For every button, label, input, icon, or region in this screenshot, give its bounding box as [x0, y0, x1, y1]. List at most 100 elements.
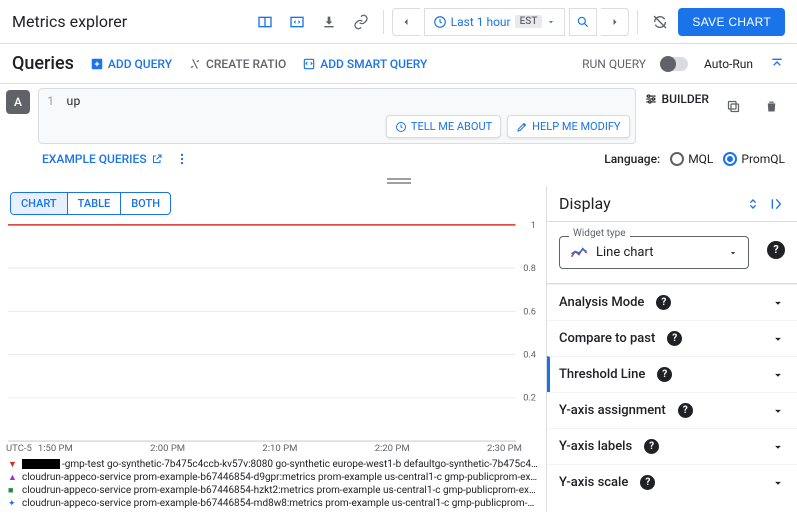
run-query-button[interactable]: RUN QUERY: [582, 57, 646, 71]
x-axis-labels: 1:50 PM2:00 PM2:10 PM2:20 PM2:30 PM: [32, 443, 546, 456]
page-title: Metrics explorer: [12, 12, 127, 31]
svg-text:0.8: 0.8: [523, 264, 536, 274]
legend-item[interactable]: ■cloudrun-appeco-service prom-example-b6…: [8, 484, 538, 497]
line-number: 1: [47, 93, 66, 139]
language-selector: Language: MQL PromQL: [604, 152, 785, 166]
chevron-down-icon: [771, 404, 785, 418]
language-label: Language:: [604, 152, 660, 166]
reorder-icon[interactable]: [745, 196, 761, 212]
create-ratio-button[interactable]: CREATE RATIO: [188, 57, 286, 71]
display-title: Display: [559, 194, 611, 213]
time-prev-button[interactable]: [392, 8, 420, 36]
timezone-label: UTC-5: [0, 443, 32, 456]
builder-button[interactable]: BUILDER: [644, 92, 709, 106]
help-icon[interactable]: ?: [644, 439, 659, 454]
chart-plot: 0.20.40.60.81: [6, 221, 538, 443]
time-range-picker[interactable]: Last 1 hour EST: [424, 8, 566, 36]
help-icon[interactable]: ?: [640, 475, 655, 490]
mql-radio[interactable]: MQL: [670, 152, 713, 166]
section-threshold-line[interactable]: Threshold Line?: [547, 356, 797, 392]
x-axis-tick: 2:10 PM: [262, 443, 297, 454]
clock-icon: [433, 15, 447, 29]
chevron-down-icon: [771, 476, 785, 490]
columns-icon[interactable]: [251, 8, 279, 36]
collapse-queries-button[interactable]: [769, 56, 785, 72]
duplicate-query-button[interactable]: [719, 92, 747, 120]
save-chart-button[interactable]: SAVE CHART: [678, 8, 785, 36]
section-analysis-mode[interactable]: Analysis Mode?: [547, 284, 797, 320]
tab-chart[interactable]: CHART: [11, 193, 68, 214]
legend-item[interactable]: ✦cloudrun-appeco-service prom-example-b6…: [8, 497, 538, 510]
ratio-icon: [188, 57, 202, 71]
delete-query-button[interactable]: [757, 92, 785, 120]
divider: [383, 10, 384, 34]
tz-badge: EST: [515, 15, 543, 28]
add-smart-query-button[interactable]: ADD SMART QUERY: [302, 57, 427, 71]
retry-disabled-icon[interactable]: [646, 8, 674, 36]
divider: [637, 10, 638, 34]
chevron-down-icon: [771, 440, 785, 454]
time-next-button[interactable]: [601, 8, 629, 36]
smart-query-icon: [302, 57, 316, 71]
download-icon[interactable]: [315, 8, 343, 36]
external-link-icon: [151, 153, 163, 165]
auto-run-label: Auto-Run: [704, 57, 753, 71]
section-y-axis-scale[interactable]: Y-axis scale?: [547, 464, 797, 500]
plus-box-icon: [90, 57, 104, 71]
header: Metrics explorer Last 1 hour EST SAVE CH…: [0, 0, 797, 44]
query-menu-button[interactable]: [175, 152, 189, 166]
expand-panel-icon[interactable]: [769, 196, 785, 212]
widget-type-label: Widget type: [569, 228, 630, 239]
legend-item[interactable]: ▼-gmp-test go-synthetic-7b475c4ccb-kv57v…: [8, 458, 538, 471]
queries-title: Queries: [12, 53, 74, 74]
x-axis-tick: 2:00 PM: [150, 443, 185, 454]
section-compare-to-past[interactable]: Compare to past?: [547, 320, 797, 356]
help-icon[interactable]: ?: [657, 367, 672, 382]
chevron-down-icon: [771, 332, 785, 346]
link-icon[interactable]: [347, 8, 375, 36]
display-header: Display: [547, 186, 797, 222]
example-queries-link[interactable]: EXAMPLE QUERIES: [42, 152, 163, 166]
sliders-icon: [644, 92, 658, 106]
info-clock-icon: [395, 121, 407, 133]
section-y-axis-labels[interactable]: Y-axis labels?: [547, 428, 797, 464]
query-editor-row: A 1 up TELL ME ABOUT HELP ME MODIFY BUIL…: [0, 84, 797, 148]
tab-table[interactable]: TABLE: [68, 193, 122, 214]
dropdown-caret-icon: [546, 17, 556, 27]
main-content: CHART TABLE BOTH 0.20.40.60.81 UTC-5 1:5…: [0, 186, 797, 512]
chart-legend: ▼-gmp-test go-synthetic-7b475c4ccb-kv57v…: [0, 456, 546, 512]
svg-text:0.6: 0.6: [523, 307, 536, 317]
time-range-text: Last 1 hour: [451, 15, 511, 29]
help-icon[interactable]: ?: [656, 295, 671, 310]
tab-both[interactable]: BOTH: [121, 193, 170, 214]
tell-me-about-button[interactable]: TELL ME ABOUT: [386, 115, 501, 138]
help-icon[interactable]: ?: [667, 331, 682, 346]
code-icon[interactable]: [283, 8, 311, 36]
widget-type-select[interactable]: Line chart: [559, 236, 749, 269]
promql-radio[interactable]: PromQL: [723, 152, 785, 166]
drag-handle[interactable]: [0, 176, 797, 186]
help-me-modify-button[interactable]: HELP ME MODIFY: [507, 115, 629, 138]
query-text: up: [66, 93, 80, 139]
time-search-button[interactable]: [569, 8, 597, 36]
x-axis-tick: 1:50 PM: [38, 443, 73, 454]
x-axis-tick: 2:20 PM: [375, 443, 410, 454]
chevron-down-icon: [771, 296, 785, 310]
add-query-button[interactable]: ADD QUERY: [90, 57, 172, 71]
help-icon[interactable]: ?: [767, 241, 785, 259]
line-chart-icon: [570, 246, 588, 260]
section-y-axis-assignment[interactable]: Y-axis assignment?: [547, 392, 797, 428]
dropdown-caret-icon: [728, 248, 738, 258]
help-icon[interactable]: ?: [678, 403, 693, 418]
display-sections: Analysis Mode?Compare to past?Threshold …: [547, 283, 797, 500]
magic-pen-icon: [516, 121, 528, 133]
display-panel: Display Widget type Line chart ? Analysi…: [547, 186, 797, 512]
legend-item[interactable]: ▲cloudrun-appeco-service prom-example-b6…: [8, 471, 538, 484]
example-queries-row: EXAMPLE QUERIES Language: MQL PromQL: [0, 148, 797, 176]
svg-text:1: 1: [531, 221, 536, 231]
radio-icon: [670, 152, 684, 166]
auto-run-toggle[interactable]: [662, 57, 688, 71]
chart-area: CHART TABLE BOTH 0.20.40.60.81 UTC-5 1:5…: [0, 186, 547, 512]
header-actions: Last 1 hour EST SAVE CHART: [251, 8, 785, 36]
svg-text:0.4: 0.4: [523, 351, 536, 361]
